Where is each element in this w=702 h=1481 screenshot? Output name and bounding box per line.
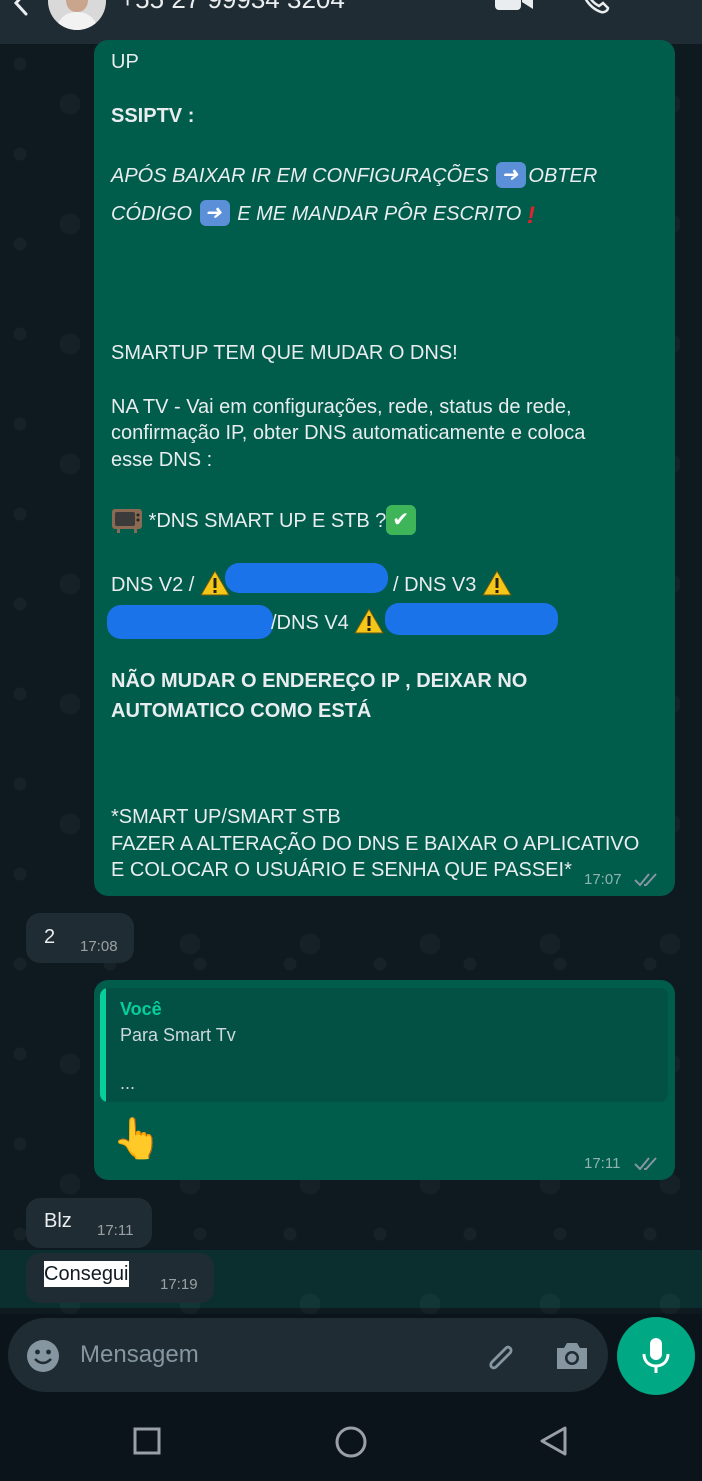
system-navigation-bar bbox=[0, 1398, 702, 1481]
pointing-up-emoji: 👆 bbox=[112, 1117, 162, 1161]
dns-v4-label: /DNS V4 bbox=[271, 608, 385, 636]
message-text-line: E COLOCAR O USUÁRIO E SENHA QUE PASSEI* bbox=[111, 859, 572, 881]
message-text-line: SMARTUP TEM QUE MUDAR O DNS! bbox=[111, 342, 458, 364]
camera-icon[interactable] bbox=[554, 1340, 590, 1372]
double-check-icon bbox=[634, 873, 657, 887]
message-input[interactable]: Mensagem bbox=[80, 1341, 199, 1369]
message-timestamp: 17:11 bbox=[97, 1222, 134, 1239]
right-arrow-icon bbox=[199, 200, 230, 226]
ssiptv-label: SSIPTV : bbox=[111, 105, 195, 127]
message-text-line: NA TV - Vai em configurações, rede, stat… bbox=[111, 396, 572, 418]
emoji-icon[interactable] bbox=[26, 1339, 60, 1373]
back-arrow-icon[interactable] bbox=[6, 0, 36, 18]
right-arrow-icon bbox=[496, 162, 527, 188]
warning-bold-line: NÃO MUDAR O ENDEREÇO IP , DEIXAR NO bbox=[111, 670, 528, 692]
message-text: Blz bbox=[44, 1210, 72, 1232]
redacted-dns-value bbox=[225, 563, 388, 593]
dns-v4-text: /DNS V4 bbox=[271, 612, 349, 634]
phone-call-icon[interactable] bbox=[580, 0, 610, 14]
message-text-line: esse DNS : bbox=[111, 449, 213, 471]
dns-v3-label: / DNS V3 bbox=[393, 570, 512, 598]
warning-icon bbox=[354, 608, 385, 634]
redacted-dns-value bbox=[385, 603, 558, 635]
instruction-text: E ME MANDAR PÔR ESCRITO bbox=[237, 203, 522, 225]
quote-text: Para Smart Tv bbox=[120, 1025, 236, 1045]
quote-author: Você bbox=[120, 999, 162, 1019]
message-input-bar[interactable]: Mensagem bbox=[8, 1318, 608, 1392]
dns-v2-text: DNS V2 / bbox=[111, 574, 195, 596]
warning-icon bbox=[482, 570, 512, 596]
message-text[interactable]: Consegui bbox=[44, 1261, 129, 1287]
instruction-text: OBTER bbox=[528, 165, 598, 187]
instruction-text: CÓDIGO bbox=[111, 203, 193, 225]
dns-v3-text: / DNS V3 bbox=[393, 574, 477, 596]
check-mark-icon bbox=[386, 505, 417, 535]
message-timestamp: 17:08 bbox=[80, 938, 118, 955]
tv-icon bbox=[112, 509, 142, 533]
message-text-line: confirmação IP, obter DNS automaticament… bbox=[111, 422, 586, 444]
dns-header-line: *DNS SMART UP E STB ? bbox=[111, 505, 417, 535]
recents-icon[interactable] bbox=[133, 1427, 161, 1455]
avatar[interactable] bbox=[48, 0, 106, 30]
home-icon[interactable] bbox=[334, 1425, 368, 1459]
more-vert-icon[interactable] bbox=[655, 0, 675, 16]
instruction-text: APÓS BAIXAR IR EM CONFIGURAÇÕES bbox=[111, 165, 489, 187]
contact-name[interactable]: +55 27 99934 3204 bbox=[120, 0, 345, 15]
message-text: 2 bbox=[44, 926, 56, 948]
message-text-line: *SMART UP/SMART STB bbox=[111, 806, 341, 828]
mic-icon bbox=[642, 1338, 670, 1373]
message-timestamp: 17:11 bbox=[584, 1155, 621, 1172]
quote-ellipsis: ... bbox=[120, 1073, 136, 1093]
video-call-icon[interactable] bbox=[495, 0, 533, 12]
dns-header-text: *DNS SMART UP E STB ? bbox=[148, 510, 387, 532]
attach-icon[interactable] bbox=[482, 1340, 518, 1376]
message-text-line: UP bbox=[111, 51, 139, 73]
quote-accent-bar bbox=[100, 988, 106, 1102]
double-check-icon bbox=[634, 1157, 657, 1171]
message-timestamp: 17:07 bbox=[584, 871, 622, 888]
mic-button[interactable] bbox=[617, 1317, 695, 1395]
dns-v2-label: DNS V2 / bbox=[111, 570, 230, 598]
redacted-dns-value bbox=[107, 605, 273, 639]
message-text-line: FAZER A ALTERAÇÃO DO DNS E BAIXAR O APLI… bbox=[111, 833, 640, 855]
warning-bold-line: AUTOMATICO COMO ESTÁ bbox=[111, 700, 372, 722]
exclamation-icon: ! bbox=[526, 202, 535, 229]
message-timestamp: 17:19 bbox=[160, 1276, 198, 1293]
chat-header: +55 27 99934 3204 bbox=[0, 0, 702, 44]
instruction-line: CÓDIGO E ME MANDAR PÔR ESCRITO ! bbox=[111, 200, 535, 229]
back-icon[interactable] bbox=[538, 1425, 570, 1457]
instruction-line: APÓS BAIXAR IR EM CONFIGURAÇÕES OBTER bbox=[111, 162, 597, 189]
